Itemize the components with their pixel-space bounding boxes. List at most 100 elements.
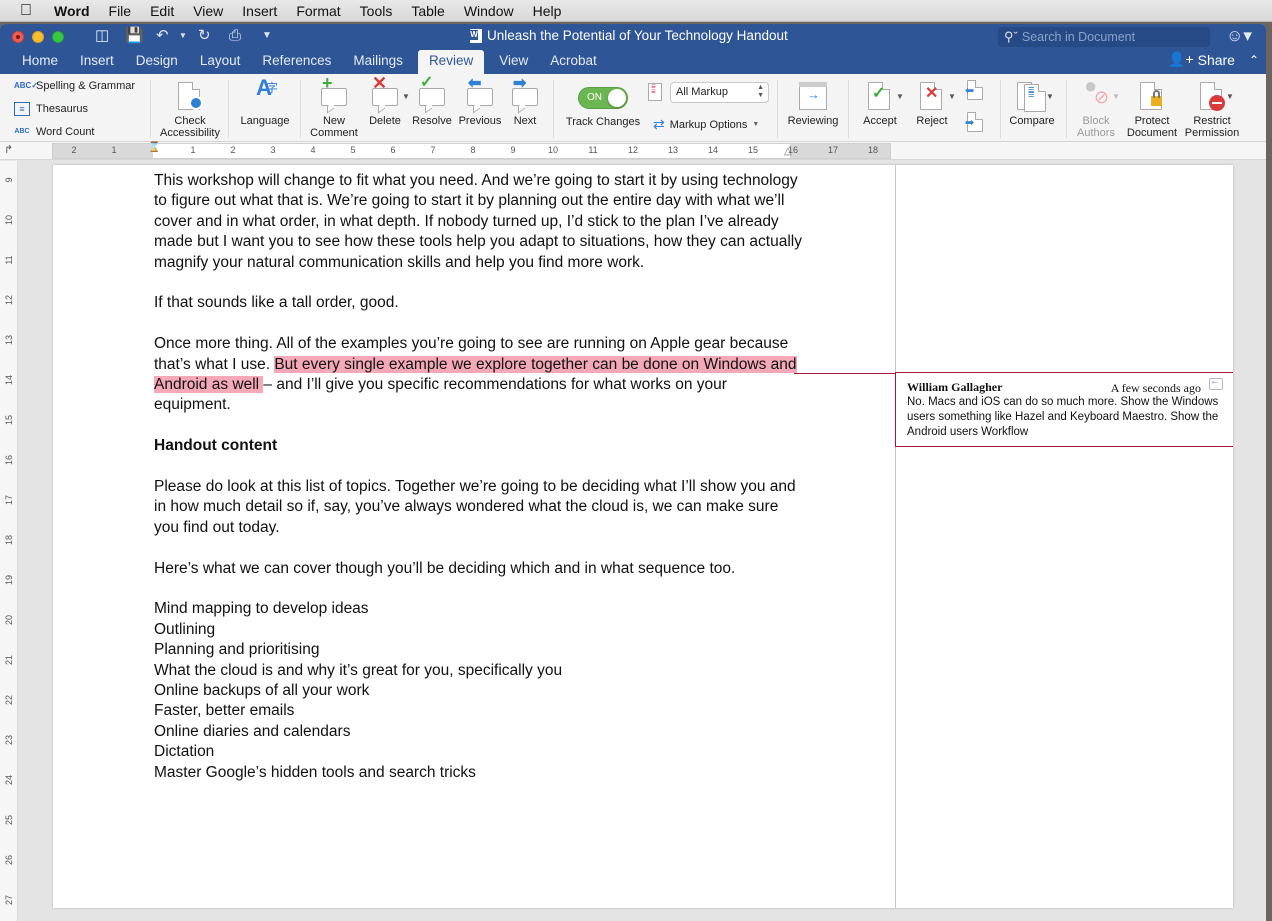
save-icon[interactable]: 💾 (125, 27, 144, 45)
maximize-window-button[interactable] (52, 31, 64, 43)
list-item[interactable]: What the cloud is and why it’s great for… (154, 661, 804, 681)
list-item[interactable]: Outlining (154, 620, 804, 640)
spelling-grammar-button[interactable]: ABC✓ Spelling & Grammar (14, 79, 135, 93)
list-item[interactable]: Mind mapping to develop ideas (154, 599, 804, 619)
delete-comment-button[interactable]: ✕ Delete (364, 74, 406, 127)
ruler-bar[interactable]: 2 1 1 2 3 4 5 6 7 8 9 10 11 12 13 14 15 … (52, 142, 891, 159)
comment-balloon[interactable]: William Gallagher A few seconds ago ← No… (895, 372, 1233, 447)
compare-dropdown-icon[interactable]: ▼ (1046, 92, 1054, 101)
paragraph[interactable]: Here’s what we can cover though you’ll b… (154, 559, 804, 579)
undo-icon[interactable]: ↶ (156, 27, 169, 45)
list-item[interactable]: Online diaries and calendars (154, 722, 804, 742)
tab-view[interactable]: View (488, 50, 539, 74)
minimize-window-button[interactable] (32, 31, 44, 43)
search-in-document-input[interactable]: ⚲ˇ Search in Document (998, 27, 1210, 47)
list-item[interactable]: Online backups of all your work (154, 681, 804, 701)
paragraph[interactable]: Please do look at this list of topics. T… (154, 477, 804, 538)
tab-insert[interactable]: Insert (69, 50, 125, 74)
menu-table[interactable]: Table (411, 3, 444, 19)
comment-text[interactable]: No. Macs and iOS can do so much more. Sh… (907, 395, 1223, 440)
previous-comment-button[interactable]: ⬅ Previous (456, 76, 504, 128)
restrict-permission-button[interactable]: Restrict Permission (1182, 82, 1242, 139)
menu-insert[interactable]: Insert (242, 3, 277, 19)
language-label: Language (240, 115, 290, 127)
tab-home[interactable]: Home (11, 50, 69, 74)
first-line-indent-handle[interactable]: ⌛ (148, 142, 160, 153)
block-authors-dropdown-icon[interactable]: ▼ (1112, 92, 1120, 101)
document-body[interactable]: This workshop will change to fit what yo… (154, 171, 804, 783)
block-authors-button[interactable]: ● ⊘ Block Authors (1072, 75, 1120, 140)
reviewing-pane-button[interactable]: → Reviewing (785, 82, 841, 127)
tab-stop-selector-icon[interactable]: ↱ (4, 143, 13, 156)
ruler-number: 4 (310, 145, 316, 155)
markup-display-select[interactable]: All Markup ▲ ▼ (670, 82, 769, 103)
markup-options-button[interactable]: ⇄ Markup Options ▼ (653, 116, 759, 133)
share-button[interactable]: 👤+ Share ⌃ (1168, 51, 1259, 68)
reject-change-button[interactable]: ✕ Reject (910, 82, 954, 127)
tab-review[interactable]: Review (417, 50, 485, 74)
next-change-button[interactable]: ➡ (965, 112, 983, 134)
comment-timestamp: A few seconds ago (1110, 381, 1201, 395)
redo-icon[interactable]: ↻ (198, 27, 211, 45)
list-item[interactable]: Master Google’s hidden tools and search … (154, 763, 804, 783)
section-heading[interactable]: Handout content (154, 436, 804, 456)
compare-button[interactable]: ≡ ≡ Compare (1006, 82, 1058, 127)
track-changes-toggle[interactable]: ON Track Changes (563, 87, 643, 128)
list-item[interactable]: Planning and prioritising (154, 640, 804, 660)
next-comment-button[interactable]: ➡ Next (506, 76, 544, 127)
protect-document-button[interactable]: Protect Document (1124, 82, 1180, 139)
track-changes-switch[interactable]: ON (578, 87, 628, 109)
tab-design[interactable]: Design (125, 50, 189, 74)
delete-dropdown-icon[interactable]: ▼ (402, 92, 410, 101)
sidebar-toggle-icon[interactable]: ◫ (95, 27, 109, 45)
delete-label: Delete (369, 115, 401, 127)
undo-dropdown-icon[interactable]: ▼ (179, 27, 187, 45)
spelling-check-icon: ABC✓ (14, 81, 39, 90)
resolve-comment-button[interactable]: ✓ Resolve (410, 75, 454, 128)
collapse-ribbon-icon[interactable]: ⌃ (1249, 53, 1259, 67)
share-label: Share (1197, 51, 1235, 68)
paragraph-with-comment[interactable]: Once more thing. All of the examples you… (154, 334, 804, 416)
check-accessibility-button[interactable]: Check Accessibility (158, 82, 222, 139)
word-count-button[interactable]: ABC Word Count (14, 125, 94, 139)
menu-window[interactable]: Window (464, 3, 514, 19)
tab-references[interactable]: References (251, 50, 342, 74)
thesaurus-button[interactable]: ≡ Thesaurus (14, 102, 88, 116)
language-button[interactable]: A 字 Language (238, 77, 292, 128)
menu-edit[interactable]: Edit (150, 3, 174, 19)
next-change-icon: ➡ (965, 117, 975, 129)
menu-view[interactable]: View (193, 3, 223, 19)
document-page[interactable]: This workshop will change to fit what yo… (53, 165, 1233, 908)
menu-file[interactable]: File (109, 3, 132, 19)
new-comment-button[interactable]: + New Comment (306, 74, 362, 139)
protect-document-label-2: Document (1126, 127, 1178, 139)
horizontal-ruler[interactable]: ↱ 2 1 1 2 3 4 5 6 7 8 9 10 11 12 13 14 1… (0, 142, 1266, 160)
menu-help[interactable]: Help (533, 3, 562, 19)
vertical-ruler[interactable]: 9 10 11 12 13 14 15 16 17 18 19 20 21 22… (0, 161, 18, 921)
ribbon-separator (1000, 80, 1001, 138)
close-window-button[interactable] (12, 31, 24, 43)
restrict-permission-dropdown-icon[interactable]: ▼ (1226, 92, 1234, 101)
accept-change-button[interactable]: ✓ Accept (858, 82, 902, 127)
list-item[interactable]: Dictation (154, 742, 804, 762)
reply-comment-icon[interactable]: ← (1209, 377, 1223, 390)
feedback-smiley-icon[interactable]: ☺▾ (1226, 26, 1252, 46)
ruler-number: 6 (390, 145, 396, 155)
list-item[interactable]: Faster, better emails (154, 701, 804, 721)
menu-tools[interactable]: Tools (360, 3, 393, 19)
paragraph[interactable]: If that sounds like a tall order, good. (154, 293, 804, 313)
tab-layout[interactable]: Layout (189, 50, 252, 74)
accept-dropdown-icon[interactable]: ▼ (896, 92, 904, 101)
reject-dropdown-icon[interactable]: ▼ (948, 92, 956, 101)
paragraph[interactable]: This workshop will change to fit what yo… (154, 171, 804, 273)
tab-mailings[interactable]: Mailings (342, 50, 414, 74)
right-indent-handle[interactable]: △ (784, 146, 792, 157)
menu-format[interactable]: Format (296, 3, 340, 19)
menu-word[interactable]: Word (54, 3, 90, 19)
previous-change-button[interactable]: ⬅ (965, 80, 983, 102)
apple-menu-icon[interactable]:  (20, 2, 38, 20)
tab-acrobat[interactable]: Acrobat (539, 50, 608, 74)
customize-toolbar-icon[interactable]: ▼ (262, 27, 272, 45)
print-icon[interactable]: ⎙ (229, 27, 241, 45)
restrict-permission-label-2: Permission (1184, 127, 1240, 139)
